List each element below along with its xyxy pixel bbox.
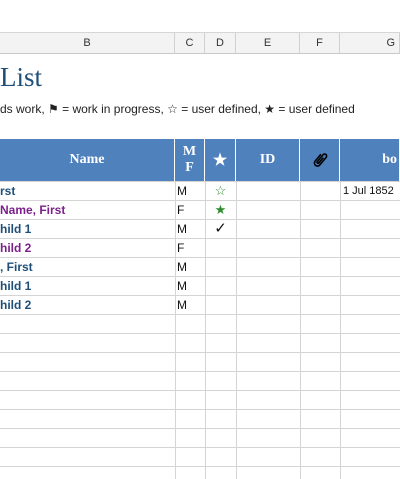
sex-header-f: F (185, 160, 194, 175)
paperclip-icon (313, 153, 327, 167)
star-filled-icon[interactable]: ★ (205, 201, 236, 219)
born-header-label: bo (382, 152, 397, 167)
column-header-f[interactable]: F (300, 33, 340, 54)
sex-cell[interactable]: M (175, 277, 207, 295)
checkmark-icon[interactable]: ✓ (205, 220, 236, 238)
sex-cell[interactable]: M (175, 296, 207, 314)
attachment-header[interactable] (300, 139, 340, 181)
person-name-cell[interactable]: hild 2 (0, 239, 175, 257)
mark-cell[interactable] (205, 258, 236, 276)
star-outline-icon[interactable]: ☆ (205, 182, 236, 200)
column-header-d[interactable]: D (205, 33, 236, 54)
id-header-label: ID (259, 152, 276, 167)
born-date-cell[interactable] (341, 296, 400, 314)
legend-text: ds work, ⚑ = work in progress, ☆ = user … (0, 102, 355, 116)
column-gridline (300, 181, 301, 479)
mark-cell[interactable] (205, 296, 236, 314)
mark-cell[interactable] (205, 239, 236, 257)
id-header[interactable]: ID (236, 139, 300, 181)
sex-header[interactable]: M F (175, 139, 205, 181)
name-header-label: Name (69, 152, 105, 167)
born-date-cell[interactable] (341, 220, 400, 238)
name-header[interactable]: Name (0, 139, 175, 181)
person-name-cell[interactable]: hild 1 (0, 220, 175, 238)
sex-header-m: M (182, 144, 197, 159)
born-header[interactable]: bo (340, 139, 400, 181)
person-name-cell[interactable]: hild 1 (0, 277, 175, 295)
person-name-cell[interactable]: , First (0, 258, 175, 276)
column-header-c[interactable]: C (175, 33, 205, 54)
toolbar-area (0, 0, 400, 33)
sex-cell[interactable]: M (175, 258, 207, 276)
person-name-cell[interactable]: Name, First (0, 201, 175, 219)
person-name-cell[interactable]: rst (0, 182, 175, 200)
sex-cell[interactable]: F (175, 201, 207, 219)
sex-cell[interactable]: M (175, 182, 207, 200)
column-header-b[interactable]: B (0, 33, 175, 54)
column-gridline (236, 181, 237, 479)
mark-cell[interactable] (205, 277, 236, 295)
born-date-cell[interactable] (341, 277, 400, 295)
page-title: List (0, 62, 43, 92)
sex-cell[interactable]: M (175, 220, 207, 238)
column-header-g[interactable]: G (340, 33, 400, 54)
star-header[interactable]: ★ (205, 139, 236, 181)
born-date-cell[interactable]: 1 Jul 1852 (341, 182, 400, 200)
born-date-cell[interactable] (341, 239, 400, 257)
sex-cell[interactable]: F (175, 239, 207, 257)
person-name-cell[interactable]: hild 2 (0, 296, 175, 314)
column-header-e[interactable]: E (236, 33, 300, 54)
star-icon: ★ (212, 152, 228, 169)
born-date-cell[interactable] (341, 258, 400, 276)
born-date-cell[interactable] (341, 201, 400, 219)
